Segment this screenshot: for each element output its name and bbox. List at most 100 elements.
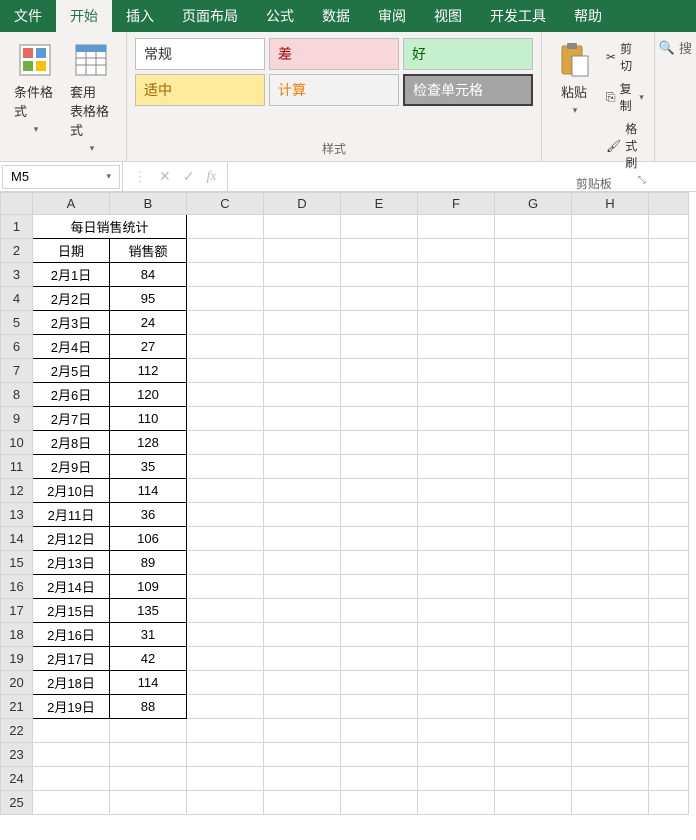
cell-G8[interactable] [495,383,572,407]
select-all-corner[interactable] [1,193,33,215]
cell-G16[interactable] [495,575,572,599]
cell-D6[interactable] [264,335,341,359]
cell-C9[interactable] [187,407,264,431]
cell-D10[interactable] [264,431,341,455]
cell-H7[interactable] [572,359,649,383]
cell-G7[interactable] [495,359,572,383]
row-header-2[interactable]: 2 [1,239,33,263]
cell-B14[interactable]: 106 [110,527,187,551]
cell-B21[interactable]: 88 [110,695,187,719]
row-header-6[interactable]: 6 [1,335,33,359]
cut-button[interactable]: ✂ 剪切 [604,38,646,76]
cell-D19[interactable] [264,647,341,671]
cell-styles-gallery[interactable]: 常规 差 好 适中 计算 检查单元格 [135,38,533,106]
cell-E11[interactable] [341,455,418,479]
cell-A3[interactable]: 2月1日 [33,263,110,287]
col-header-C[interactable]: C [187,193,264,215]
cell-F6[interactable] [418,335,495,359]
cell-H23[interactable] [572,743,649,767]
fx-icon[interactable]: fx [206,169,216,185]
row-header-11[interactable]: 11 [1,455,33,479]
row-header-15[interactable]: 15 [1,551,33,575]
cell-F2[interactable] [418,239,495,263]
cell-E14[interactable] [341,527,418,551]
cell-E19[interactable] [341,647,418,671]
cell-E6[interactable] [341,335,418,359]
cell-G24[interactable] [495,767,572,791]
row-header-12[interactable]: 12 [1,479,33,503]
cell-A6[interactable]: 2月4日 [33,335,110,359]
tab-data[interactable]: 数据 [308,0,364,32]
cell-G2[interactable] [495,239,572,263]
cell-H11[interactable] [572,455,649,479]
style-good[interactable]: 好 [403,38,533,70]
cell-D22[interactable] [264,719,341,743]
cell-H6[interactable] [572,335,649,359]
row-header-19[interactable]: 19 [1,647,33,671]
cell-D20[interactable] [264,671,341,695]
cell-F1[interactable] [418,215,495,239]
row-header-4[interactable]: 4 [1,287,33,311]
cell-H21[interactable] [572,695,649,719]
cell-G18[interactable] [495,623,572,647]
cell-G21[interactable] [495,695,572,719]
cell-E4[interactable] [341,287,418,311]
cell-B4[interactable]: 95 [110,287,187,311]
cell-F5[interactable] [418,311,495,335]
cell-D21[interactable] [264,695,341,719]
cell-G11[interactable] [495,455,572,479]
cell-D18[interactable] [264,623,341,647]
cell-E21[interactable] [341,695,418,719]
row-header-20[interactable]: 20 [1,671,33,695]
cell-H9[interactable] [572,407,649,431]
cell-F25[interactable] [418,791,495,815]
cell-C20[interactable] [187,671,264,695]
row-header-7[interactable]: 7 [1,359,33,383]
cell-H18[interactable] [572,623,649,647]
cell-B22[interactable] [110,719,187,743]
cell-C25[interactable] [187,791,264,815]
row-header-23[interactable]: 23 [1,743,33,767]
cell-C8[interactable] [187,383,264,407]
cell-A5[interactable]: 2月3日 [33,311,110,335]
cell-A19[interactable]: 2月17日 [33,647,110,671]
cell-D25[interactable] [264,791,341,815]
title-cell[interactable]: 每日销售统计 [33,215,187,239]
cell-F7[interactable] [418,359,495,383]
cell-D24[interactable] [264,767,341,791]
cell-A13[interactable]: 2月11日 [33,503,110,527]
name-box[interactable]: M5 ▾ [2,165,120,189]
cell-A24[interactable] [33,767,110,791]
cell-B16[interactable]: 109 [110,575,187,599]
cell-B5[interactable]: 24 [110,311,187,335]
cell-C7[interactable] [187,359,264,383]
cell-A16[interactable]: 2月14日 [33,575,110,599]
cell-B10[interactable]: 128 [110,431,187,455]
cell-H10[interactable] [572,431,649,455]
cell-F4[interactable] [418,287,495,311]
tab-developer[interactable]: 开发工具 [476,0,560,32]
cell-G12[interactable] [495,479,572,503]
cell-D9[interactable] [264,407,341,431]
cell-C21[interactable] [187,695,264,719]
col-header-D[interactable]: D [264,193,341,215]
cell-H14[interactable] [572,527,649,551]
cell-H1[interactable] [572,215,649,239]
cell-H5[interactable] [572,311,649,335]
cell-E25[interactable] [341,791,418,815]
tab-help[interactable]: 帮助 [560,0,616,32]
cell-G13[interactable] [495,503,572,527]
cell-A11[interactable]: 2月9日 [33,455,110,479]
cell-F21[interactable] [418,695,495,719]
cell-E1[interactable] [341,215,418,239]
tab-view[interactable]: 视图 [420,0,476,32]
row-header-18[interactable]: 18 [1,623,33,647]
cell-B24[interactable] [110,767,187,791]
row-header-17[interactable]: 17 [1,599,33,623]
cell-F11[interactable] [418,455,495,479]
cell-E3[interactable] [341,263,418,287]
cell-D3[interactable] [264,263,341,287]
cell-G5[interactable] [495,311,572,335]
cell-C24[interactable] [187,767,264,791]
col-header-F[interactable]: F [418,193,495,215]
